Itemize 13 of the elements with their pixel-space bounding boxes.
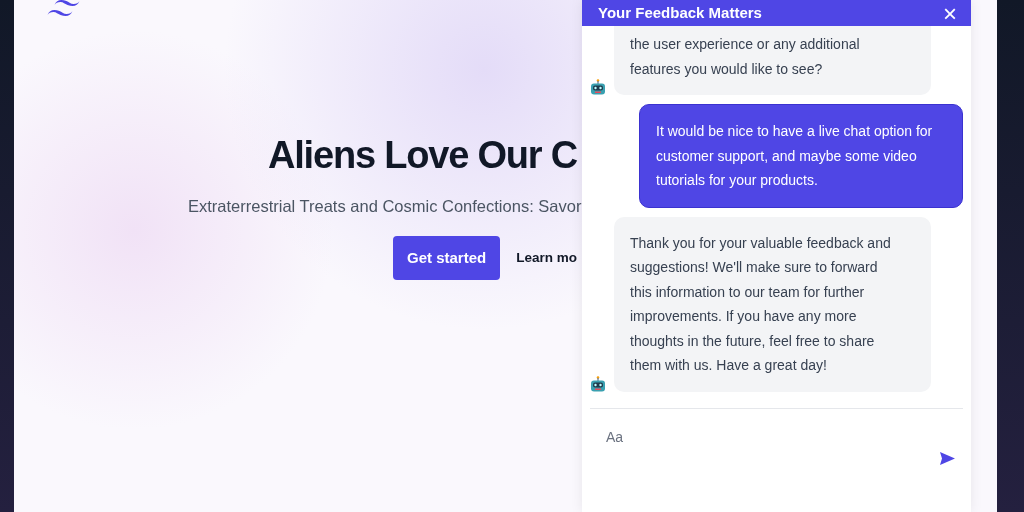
chat-title: Your Feedback Matters (598, 4, 762, 22)
get-started-button[interactable]: Get started (393, 235, 501, 281)
user-message: It would be nice to have a live chat option for customer support, and maybe some video tutorials for your products. (639, 104, 963, 208)
learn-more-link[interactable]: Learn mo (516, 247, 577, 269)
hero-subtitle: Extraterrestrial Treats and Cosmic Confections: Savor (188, 196, 583, 217)
bot-message: the user experience or any additional features you would like to see? (614, 26, 931, 95)
send-icon[interactable] (940, 451, 955, 465)
bot-message: Thank you for your valuable feedback and suggestions! We'll make sure to forward this information to our team for further improvements. If you have any more thoughts in the future, feel free to share them with us. Have a great day! (614, 216, 931, 392)
robot-icon (590, 375, 606, 392)
hero-heading: Aliens Love Our C (268, 133, 577, 178)
message-input[interactable]: Aa (582, 408, 971, 448)
robot-icon (590, 79, 606, 95)
close-button[interactable]: × (943, 2, 957, 26)
